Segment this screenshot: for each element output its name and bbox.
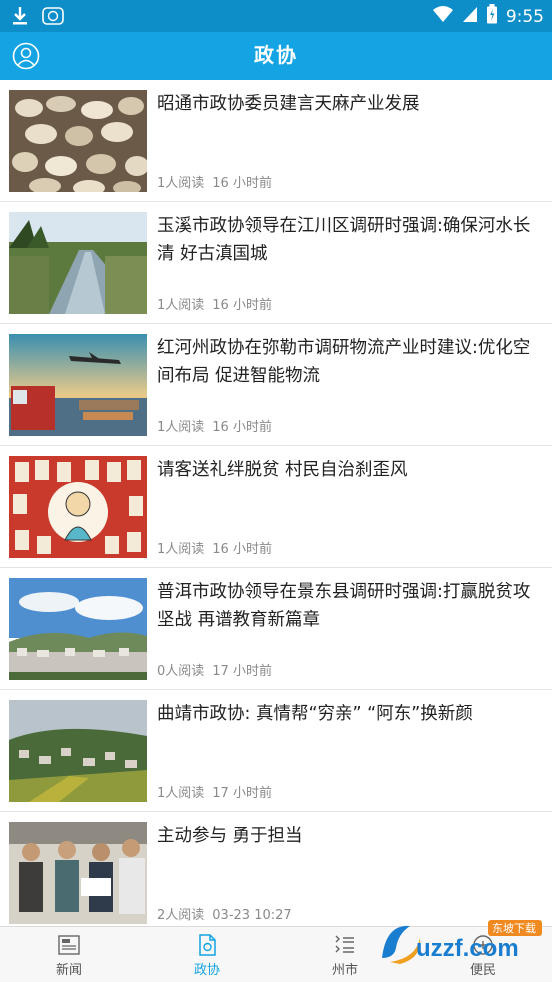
news-thumbnail (9, 822, 147, 924)
read-count: 1人阅读 (157, 420, 205, 435)
news-headline: 昭通市政协委员建言天麻产业发展 (157, 94, 420, 114)
watermark-badge: 东坡下载 (492, 922, 536, 935)
news-thumbnail (9, 700, 147, 802)
tab-cppcc[interactable]: 政协 (138, 927, 276, 982)
news-meta: 1人阅读 16 小时前 (157, 538, 272, 557)
read-count: 1人阅读 (157, 298, 205, 313)
page-title: 政协 (254, 43, 298, 67)
status-bar: 9:55 (0, 0, 552, 32)
read-count: 0人阅读 (157, 664, 205, 679)
wifi-icon (432, 5, 454, 28)
news-item[interactable]: 红河州政协在弥勒市调研物流产业时建议:优化空间布局 促进智能物流 1人阅读 16 … (0, 324, 552, 446)
publish-time: 16 小时前 (212, 542, 272, 557)
app-bar: 政协 (0, 32, 552, 80)
news-meta: 0人阅读 17 小时前 (157, 660, 272, 679)
news-item[interactable]: 请客送礼绊脱贫 村民自治刹歪风 1人阅读 16 小时前 (0, 446, 552, 568)
publish-time: 16 小时前 (212, 298, 272, 313)
read-count: 1人阅读 (157, 786, 205, 801)
news-thumbnail (9, 456, 147, 558)
watermark-text: uzzf.com (416, 935, 519, 962)
document-icon (199, 934, 216, 956)
tab-label: 政协 (193, 963, 220, 978)
status-time: 9:55 (505, 6, 544, 27)
news-icon (58, 935, 80, 955)
news-headline: 主动参与 勇于担当 (157, 826, 303, 846)
news-meta: 1人阅读 17 小时前 (157, 782, 272, 801)
watermark-logo: uzzf.com 东坡下载 (376, 918, 546, 966)
news-item[interactable]: 玉溪市政协领导在江川区调研时强调:确保河水长清 好古滇国城 1人阅读 16 小时前 (0, 202, 552, 324)
news-thumbnail (9, 90, 147, 192)
news-item[interactable]: 主动参与 勇于担当 2人阅读 03-23 10:27 (0, 812, 552, 926)
news-meta: 2人阅读 03-23 10:27 (157, 904, 292, 923)
news-thumbnail (9, 578, 147, 680)
news-item[interactable]: 普洱市政协领导在景东县调研时强调:打赢脱贫攻坚战 再谱教育新篇章 0人阅读 17 … (0, 568, 552, 690)
publish-time: 16 小时前 (212, 420, 272, 435)
publish-time: 16 小时前 (212, 176, 272, 191)
news-meta: 1人阅读 16 小时前 (157, 416, 272, 435)
read-count: 1人阅读 (157, 176, 205, 191)
tab-label: 新闻 (55, 963, 82, 978)
news-item[interactable]: 昭通市政协委员建言天麻产业发展 1人阅读 16 小时前 (0, 80, 552, 202)
news-headline: 红河州政协在弥勒市调研物流产业时建议:优化空间布局 促进智能物流 (157, 338, 531, 386)
app-notification-icon (42, 6, 64, 30)
battery-icon (486, 4, 498, 29)
download-icon (12, 6, 28, 30)
news-headline: 请客送礼绊脱贫 村民自治刹歪风 (157, 460, 408, 480)
news-meta: 1人阅读 16 小时前 (157, 294, 272, 313)
news-thumbnail (9, 334, 147, 436)
news-meta: 1人阅读 16 小时前 (157, 172, 272, 191)
news-list: 昭通市政协委员建言天麻产业发展 1人阅读 16 小时前 玉溪市政协领导在江川区调研… (0, 80, 552, 926)
signal-icon (462, 5, 478, 28)
news-headline: 普洱市政协领导在景东县调研时强调:打赢脱贫攻坚战 再谱教育新篇章 (157, 582, 531, 630)
tab-news[interactable]: 新闻 (0, 927, 138, 982)
publish-time: 03-23 10:27 (212, 908, 292, 923)
news-item[interactable]: 曲靖市政协: 真情帮“穷亲” “阿东”换新颜 1人阅读 17 小时前 (0, 690, 552, 812)
publish-time: 17 小时前 (212, 664, 272, 679)
news-thumbnail (9, 212, 147, 314)
read-count: 2人阅读 (157, 908, 205, 923)
news-headline: 玉溪市政协领导在江川区调研时强调:确保河水长清 好古滇国城 (157, 216, 531, 264)
list-icon (335, 935, 354, 953)
publish-time: 17 小时前 (212, 786, 272, 801)
read-count: 1人阅读 (157, 542, 205, 557)
news-headline: 曲靖市政协: 真情帮“穷亲” “阿东”换新颜 (157, 704, 473, 724)
